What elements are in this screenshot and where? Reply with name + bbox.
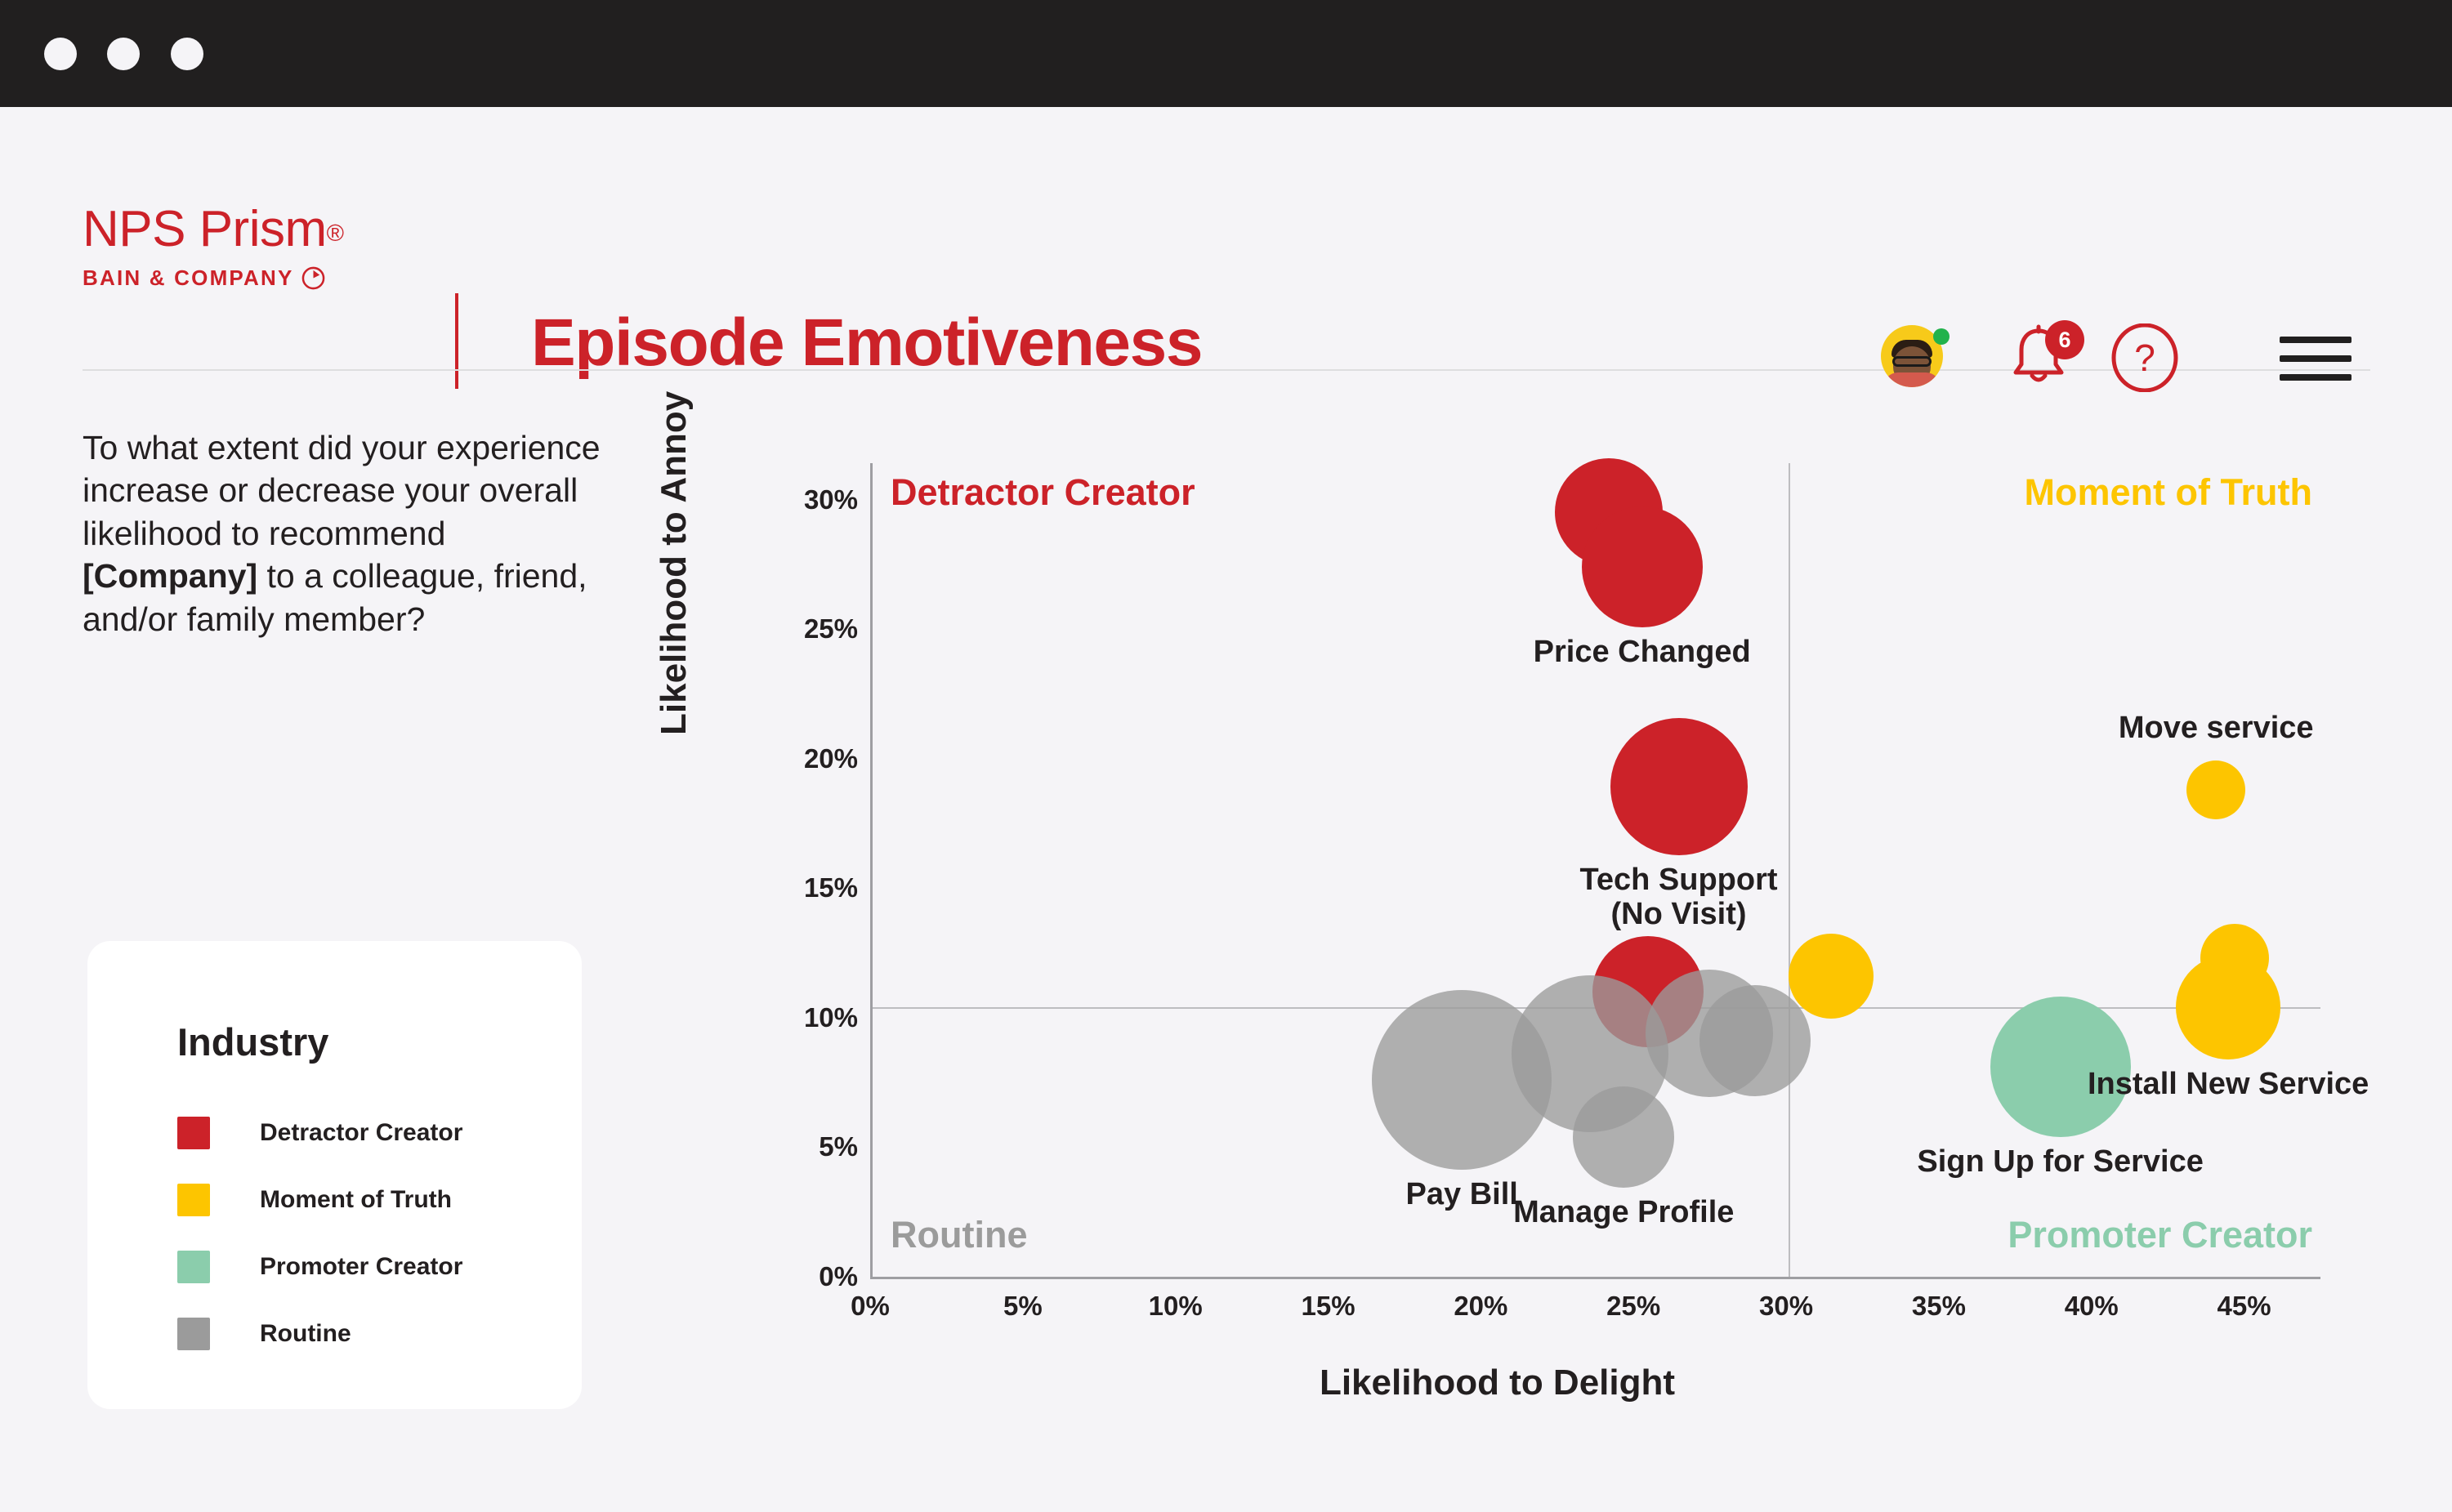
y-axis-tick-label: 5% [819, 1131, 858, 1162]
x-axis-title: Likelihood to Delight [1319, 1363, 1676, 1403]
legend-item-label: Promoter Creator [260, 1253, 463, 1280]
x-axis-tick-label: 45% [2217, 1291, 2271, 1321]
hamburger-menu-icon[interactable] [2280, 337, 2352, 381]
bubble-label: Move service [2118, 710, 2314, 745]
x-axis-tick-label: 40% [2064, 1291, 2119, 1321]
logo-wordmark: NPS Prism® [83, 204, 344, 255]
maximize-dot[interactable] [171, 38, 203, 70]
data-bubble[interactable] [1573, 1086, 1675, 1188]
close-dot[interactable] [44, 38, 77, 70]
bubble-label: Install New Service [2088, 1067, 2369, 1101]
help-button[interactable]: ? [2110, 323, 2179, 395]
data-bubble[interactable] [1789, 933, 1874, 1019]
y-axis-tick-label: 10% [803, 1001, 858, 1033]
bubble-label: Sign Up for Service [1917, 1144, 2204, 1179]
legend-item-moment-of-truth[interactable]: Moment of Truth [177, 1166, 462, 1233]
y-axis-tick-label: 20% [803, 743, 858, 774]
question-part-1: To what extent did your experience incre… [83, 429, 601, 552]
bell-icon [2009, 324, 2068, 389]
y-axis-tick-label: 30% [803, 484, 858, 515]
app-header: NPS Prism® BAIN & COMPANY Episode Emotiv… [0, 107, 2452, 393]
y-axis-tick-label: 15% [803, 872, 858, 903]
legend-title: Industry [177, 1020, 329, 1064]
quadrant-label: Detractor Creator [891, 471, 1195, 513]
avatar-shirt [1883, 372, 1941, 387]
legend-swatch-icon [177, 1318, 210, 1350]
notification-badge: 6 [2045, 320, 2084, 359]
x-axis-tick-label: 15% [1301, 1291, 1356, 1321]
survey-question: To what extent did your experience incre… [83, 426, 605, 640]
x-axis-tick-label: 5% [1003, 1291, 1043, 1321]
data-bubble[interactable] [1610, 718, 1748, 856]
logo-sub-text: BAIN & COMPANY [83, 265, 294, 290]
legend-swatch-icon [177, 1251, 210, 1283]
legend-items: Detractor Creator Moment of Truth Promot… [177, 1099, 462, 1367]
legend-item-promoter-creator[interactable]: Promoter Creator [177, 1233, 462, 1300]
legend-swatch-icon [177, 1184, 210, 1216]
x-axis-tick-label: 25% [1606, 1291, 1661, 1321]
plot-area: Detractor Creator Moment of Truth Routine P… [870, 458, 2369, 1279]
y-axis-title: Likelihood to Annoy [654, 390, 694, 735]
legend-item-routine[interactable]: Routine [177, 1300, 462, 1367]
x-axis-tick-label: 10% [1148, 1291, 1203, 1321]
avatar-glasses [1892, 356, 1932, 367]
svg-text:?: ? [2134, 337, 2155, 379]
y-axis-tick-label: 25% [803, 613, 858, 644]
x-axis-tick-label: 30% [1759, 1291, 1814, 1321]
data-bubble[interactable] [2176, 955, 2281, 1059]
legend-card: Industry Detractor Creator Moment of Tru… [87, 941, 582, 1409]
notifications-button[interactable]: 6 [2009, 320, 2084, 392]
quadrant-label: Promoter Creator [2008, 1214, 2312, 1256]
data-bubble[interactable] [2186, 760, 2246, 819]
logo-main-text: NPS Prism [83, 201, 327, 257]
x-axis-tick-label: 35% [1911, 1291, 1966, 1321]
y-axis-tick-label: 0% [819, 1261, 858, 1291]
legend-item-label: Moment of Truth [260, 1186, 452, 1213]
legend-item-label: Detractor Creator [260, 1119, 463, 1146]
logo-subtitle: BAIN & COMPANY [83, 265, 344, 291]
avatar[interactable] [1881, 325, 1950, 390]
x-axis-tick-label: 0% [851, 1291, 890, 1321]
bubble-label: Tech Support (No Visit) [1579, 863, 1778, 932]
legend-swatch-icon [177, 1117, 210, 1149]
quadrant-label: Moment of Truth [2024, 471, 2312, 513]
hamburger-line-2 [2280, 355, 2352, 362]
window-titlebar [0, 0, 2452, 107]
hamburger-line-3 [2280, 374, 2352, 381]
question-company-token: [Company] [83, 557, 258, 595]
legend-item-label: Routine [260, 1320, 351, 1347]
bain-clock-icon [301, 266, 325, 290]
question-mark-icon: ? [2110, 323, 2179, 395]
emotiveness-scatter-chart: Likelihood to Annoy Likelihood to Deligh… [654, 391, 2402, 1479]
minimize-dot[interactable] [107, 38, 140, 70]
hamburger-line-1 [2280, 337, 2352, 343]
online-status-indicator [1933, 328, 1950, 345]
registered-mark: ® [326, 221, 344, 247]
nps-prism-logo[interactable]: NPS Prism® BAIN & COMPANY [83, 204, 344, 291]
bubble-label: Price Changed [1533, 634, 1751, 669]
data-bubble[interactable] [1581, 506, 1703, 627]
bubble-label: Manage Profile [1513, 1194, 1735, 1229]
legend-item-detractor-creator[interactable]: Detractor Creator [177, 1099, 462, 1166]
header-divider [455, 293, 458, 389]
x-axis-tick-label: 20% [1454, 1291, 1508, 1321]
data-bubble[interactable] [1699, 985, 1811, 1097]
quadrant-label: Routine [891, 1214, 1028, 1256]
